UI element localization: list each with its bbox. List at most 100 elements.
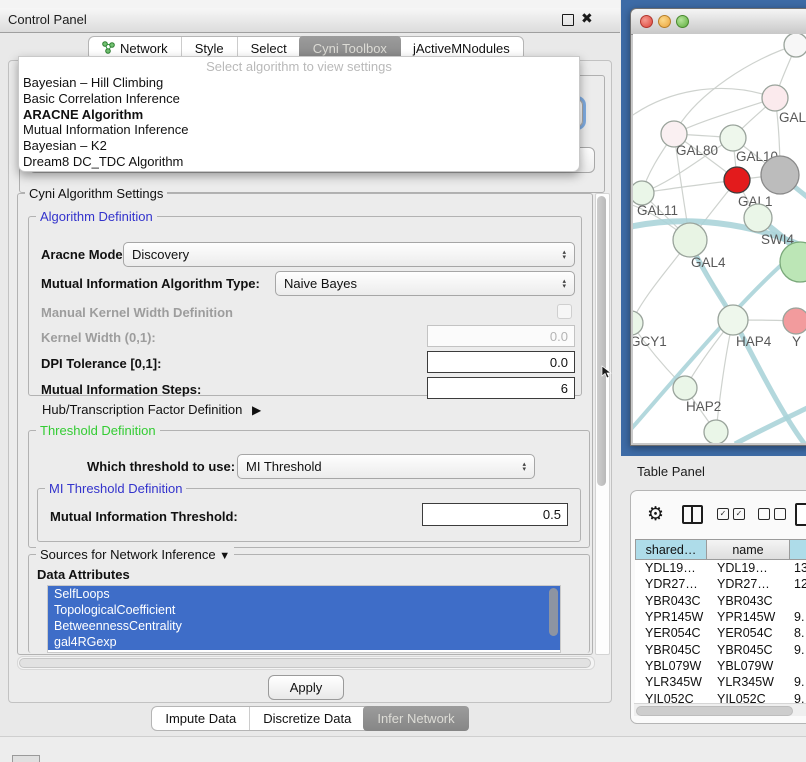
node-gal-pink-label: GAL (779, 110, 806, 125)
hub-definition-toggle[interactable]: Hub/Transcription Factor Definition ▶ (42, 402, 261, 417)
table-horizontal-scrollbar[interactable] (634, 703, 806, 716)
zoom-traffic-light-icon[interactable] (676, 15, 689, 28)
manual-kernel-checkbox[interactable] (557, 304, 572, 319)
expanded-arrow-icon: ▼ (219, 550, 230, 562)
algorithm-option-aracne-algorithm[interactable]: ARACNE Algorithm (19, 107, 579, 123)
gear-icon[interactable]: ⚙ (647, 505, 664, 524)
column-header-shared[interactable]: shared… (635, 539, 707, 560)
node-gray[interactable] (761, 156, 799, 194)
node-big-green[interactable] (780, 242, 806, 282)
attribute-item-betweennesscentrality[interactable]: BetweennessCentrality (48, 618, 560, 634)
attribute-item-topologicalcoefficient[interactable]: TopologicalCoefficient (48, 602, 560, 618)
tab-impute-data[interactable]: Impute Data (152, 707, 249, 730)
node-hap4[interactable] (718, 305, 748, 335)
node-gcy1[interactable] (633, 311, 643, 335)
tab-discretize-data[interactable]: Discretize Data (249, 707, 364, 730)
float-window-icon[interactable] (562, 14, 574, 26)
minimize-traffic-light-icon[interactable] (658, 15, 671, 28)
dpi-tolerance-label: DPI Tolerance [0,1]: (41, 356, 161, 371)
table-cell: YLR345W (707, 674, 790, 690)
split-columns-icon[interactable] (682, 505, 703, 524)
node-gal10[interactable] (720, 125, 746, 151)
table-cell: YDR27… (635, 576, 707, 592)
node-bottom-partial[interactable] (704, 420, 728, 443)
network-icon (102, 41, 115, 57)
attribute-item-gal4rgexp[interactable]: gal4RGexp (48, 634, 560, 650)
table-cell: YER054C (635, 625, 707, 641)
dpi-tolerance-field[interactable]: 0.0 (427, 351, 575, 373)
table-row[interactable]: YDL19…YDL19…13 (635, 560, 806, 576)
mi-steps-field[interactable]: 6 (427, 377, 575, 399)
network-canvas[interactable]: GALGAL80GAL10GAL1SWI4GAL11GAL4GCY1HAP4YH… (633, 34, 806, 443)
tab-infer-network[interactable]: Infer Network (363, 706, 468, 731)
table-row[interactable]: YDR27…YDR27…12 (635, 576, 806, 592)
table-cell (790, 658, 806, 674)
scrollbar-thumb[interactable] (19, 658, 591, 668)
node-gal11-label: GAL11 (637, 203, 678, 218)
manual-kernel-label: Manual Kernel Width Definition (41, 305, 233, 320)
group-title: Cyni Algorithm Settings (25, 186, 167, 201)
mi-threshold-field[interactable]: 0.5 (422, 503, 568, 526)
table-cell: YBR043C (707, 593, 790, 609)
list-scrollbar[interactable] (549, 588, 558, 636)
screen: Control Panel ✖ NetworkStyleSelectCyni T… (0, 0, 806, 762)
table-row[interactable]: YIL052CYIL052C9. (635, 690, 806, 703)
kernel-width-field[interactable]: 0.0 (427, 325, 575, 347)
deselect-all-columns-icon[interactable] (758, 508, 786, 520)
node-gal11[interactable] (633, 181, 654, 205)
table-row[interactable]: YLR345WYLR345W9. (635, 674, 806, 690)
control-panel-title: Control Panel (8, 12, 87, 27)
node-top-partial[interactable] (784, 34, 806, 57)
column-header-name[interactable]: name (707, 539, 790, 560)
algorithm-option-mutual-information-inference[interactable]: Mutual Information Inference (19, 122, 579, 138)
node-salmon[interactable] (783, 308, 806, 334)
desktop-background: GALGAL80GAL10GAL1SWI4GAL11GAL4GCY1HAP4YH… (621, 0, 806, 456)
sources-label: Sources for Network Inference (40, 547, 216, 562)
mouse-cursor (601, 365, 612, 379)
scrollbar-thumb[interactable] (597, 196, 606, 486)
algorithm-option-bayesian-hill-climbing[interactable]: Bayesian – Hill Climbing (19, 75, 579, 91)
close-traffic-light-icon[interactable] (640, 15, 653, 28)
table-cell: YDL19… (635, 560, 707, 576)
node-gal1[interactable] (724, 167, 750, 193)
table-cell: YPR145W (635, 609, 707, 625)
node-gal-pink[interactable] (762, 85, 788, 111)
algorithm-option-dream8-dc-tdc-algorithm[interactable]: Dream8 DC_TDC Algorithm (19, 154, 579, 170)
node-swi4[interactable] (744, 204, 772, 232)
network-view-window[interactable]: GALGAL80GAL10GAL1SWI4GAL11GAL4GCY1HAP4YH… (630, 8, 806, 446)
threshold-definition-group: Threshold Definition Which threshold to … (28, 430, 590, 548)
table-row[interactable]: YBR045CYBR045C9. (635, 641, 806, 657)
algorithm-option-basic-correlation-inference[interactable]: Basic Correlation Inference (19, 91, 579, 107)
collapsed-arrow-icon: ▶ (252, 403, 261, 417)
table-row[interactable]: YBL079WYBL079W (635, 658, 806, 674)
settings-horizontal-scrollbar[interactable] (17, 656, 595, 670)
aracne-mode-combobox[interactable]: Discovery ▴▾ (123, 242, 575, 267)
bottom-strip (0, 736, 806, 762)
mi-type-combobox[interactable]: Naive Bayes ▴▾ (275, 271, 575, 296)
which-threshold-combobox[interactable]: MI Threshold ▴▾ (237, 454, 535, 479)
select-all-columns-icon[interactable]: ✓ ✓ (717, 508, 745, 520)
settings-vertical-scrollbar[interactable] (595, 193, 610, 655)
table-row[interactable]: YBR043CYBR043C (635, 593, 806, 609)
close-icon[interactable]: ✖ (581, 10, 593, 27)
algorithm-option-bayesian-k2[interactable]: Bayesian – K2 (19, 138, 579, 154)
document-icon[interactable] (795, 503, 806, 526)
column-header-a[interactable]: A (790, 539, 806, 560)
network-window-titlebar[interactable] (631, 9, 806, 35)
apply-button[interactable]: Apply (268, 675, 344, 700)
tab-label: Discretize Data (263, 711, 351, 726)
node-gal4[interactable] (673, 223, 707, 257)
attribute-item-selfloops[interactable]: SelfLoops (48, 586, 560, 602)
table-row[interactable]: YER054CYER054C8. (635, 625, 806, 641)
table-cell: YDL19… (707, 560, 790, 576)
node-hap2-label: HAP2 (686, 399, 721, 414)
scrollbar-thumb[interactable] (636, 706, 793, 716)
node-hap2[interactable] (673, 376, 697, 400)
algorithm-definition-group: Algorithm Definition Aracne Mode: Discov… (28, 216, 582, 396)
table-row[interactable]: YPR145WYPR145W9. (635, 609, 806, 625)
dropdown-hint: Select algorithm to view settings (19, 57, 579, 75)
table-cell: 9. (790, 690, 806, 703)
sources-toggle[interactable]: Sources for Network Inference ▼ (36, 547, 234, 562)
group-title: Algorithm Definition (36, 209, 157, 224)
cyni-algorithm-settings-group: Cyni Algorithm Settings Algorithm Defini… (17, 193, 593, 655)
